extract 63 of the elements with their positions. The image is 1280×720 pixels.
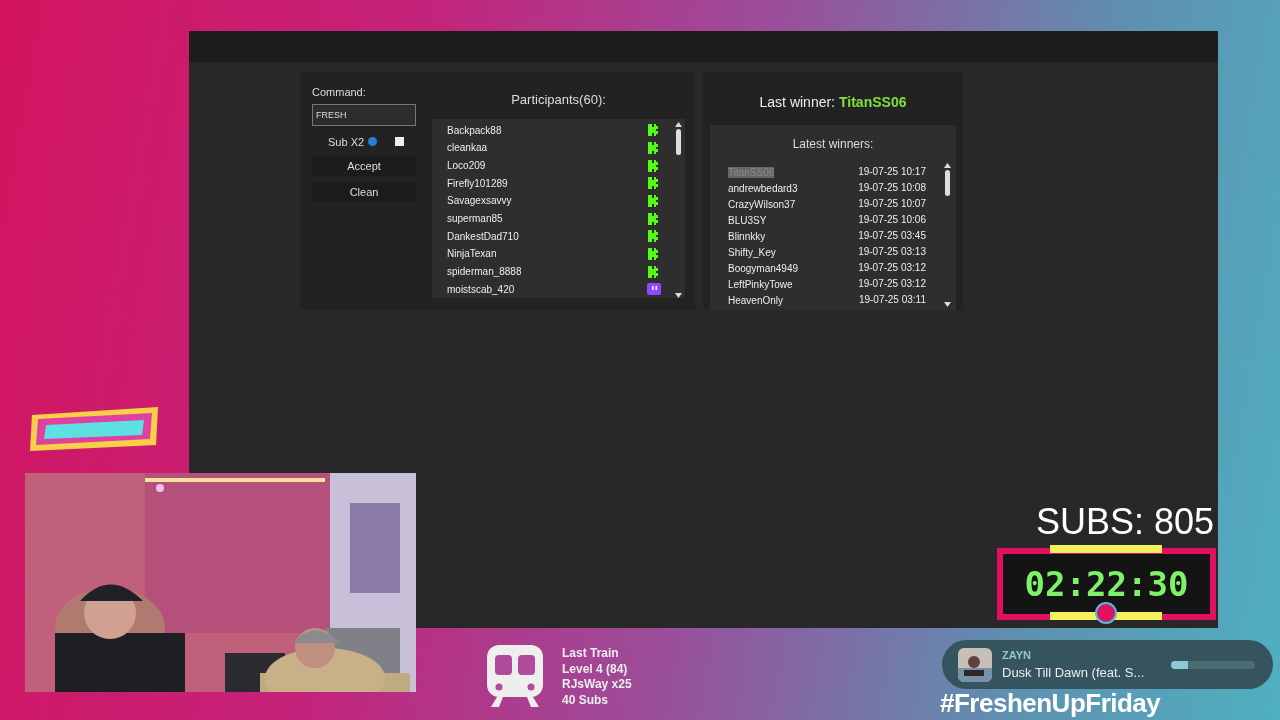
twitch-logo-icon <box>647 283 661 296</box>
command-label: Command: <box>312 85 367 100</box>
action-button[interactable]: Accept <box>312 156 416 176</box>
kick-logo-icon <box>647 246 661 261</box>
sub-x2-checkbox[interactable] <box>395 137 404 147</box>
winner-name[interactable]: andrewbedard3 <box>728 182 798 194</box>
participant-name[interactable]: moistscab_420 <box>447 281 647 297</box>
train-info-line: RJsWay x25 <box>562 677 632 693</box>
kick-logo-icon <box>647 264 661 279</box>
track-title: Dusk Till Dawn (feat. S... <box>1002 664 1146 682</box>
winner-time: 19-07-25 10:17 <box>858 164 926 178</box>
train-info-line: Last Train <box>562 646 620 662</box>
participants-title: Participants(60): <box>511 91 606 109</box>
winner-name[interactable]: BLU3SY <box>728 214 767 226</box>
winner-name[interactable]: HeavenOnly <box>728 294 784 306</box>
last-winner-name: TitanSS06 <box>839 93 907 112</box>
winner-name[interactable]: Blinnkky <box>728 230 766 242</box>
kick-logo-icon <box>647 229 661 244</box>
artist-name: ZAYN <box>1002 647 1032 663</box>
participant-name[interactable]: DankestDad710 <box>447 228 647 244</box>
subs-count: SUBS: 805 <box>1035 500 1214 544</box>
kick-logo-icon <box>647 123 661 138</box>
winner-time: 19-07-25 10:06 <box>858 212 926 226</box>
winner-time: 19-07-25 10:07 <box>858 196 926 210</box>
hashtag-text: #FreshenUpFriday <box>940 688 1161 718</box>
winner-time: 19-07-25 10:08 <box>858 180 926 194</box>
scroll-down-icon[interactable] <box>943 302 951 307</box>
info-icon <box>368 137 378 147</box>
winner-name[interactable]: Boogyman4949 <box>728 262 799 274</box>
scroll-down-icon[interactable] <box>674 293 682 298</box>
participant-name[interactable]: Loco209 <box>447 158 647 174</box>
winner-name[interactable]: Shifty_Key <box>728 246 776 258</box>
train-info-line: 40 Subs <box>562 692 610 708</box>
last-winner-label: Last winner: <box>759 93 835 112</box>
participant-name[interactable]: cleankaa <box>447 140 647 156</box>
winner-time: 19-07-25 03:11 <box>858 292 926 306</box>
winner-time: 19-07-25 03:13 <box>858 244 926 258</box>
train-info-line: Level 4 (84) <box>562 661 629 677</box>
kick-logo-icon <box>647 158 661 173</box>
winner-time: 19-07-25 03:12 <box>858 276 926 290</box>
latest-winners-title: Latest winners: <box>792 136 874 153</box>
action-button[interactable]: Clean <box>312 182 416 202</box>
participant-name[interactable]: Savagexsavvy <box>447 193 647 209</box>
participant-name[interactable]: Backpack88 <box>447 122 647 138</box>
kick-logo-icon <box>647 193 661 208</box>
kick-logo-icon <box>647 141 661 155</box>
countdown-timer: 02:22:30 <box>1024 562 1189 606</box>
kick-logo-icon <box>647 176 661 191</box>
participant-name[interactable]: spiderman_8888 <box>447 264 647 280</box>
winner-time: 19-07-25 03:45 <box>858 228 926 242</box>
winner-name[interactable]: CrazyWilson37 <box>728 198 796 210</box>
train-icon <box>487 645 543 708</box>
scroll-thumb[interactable] <box>944 170 950 196</box>
participant-name[interactable]: superman85 <box>447 211 647 227</box>
kick-logo-icon <box>647 211 661 226</box>
command-field[interactable]: FRESH <box>312 103 416 126</box>
scroll-up-icon[interactable] <box>674 121 682 127</box>
scroll-up-icon[interactable] <box>943 163 951 168</box>
participant-name[interactable]: Firefly101289 <box>447 175 647 191</box>
winner-time: 19-07-25 03:12 <box>858 260 926 274</box>
sub-x2-label: Sub X2 <box>328 134 365 150</box>
participant-name[interactable]: NinjaTexan <box>447 246 647 262</box>
winner-name[interactable]: LeftPinkyTowe <box>728 278 793 290</box>
